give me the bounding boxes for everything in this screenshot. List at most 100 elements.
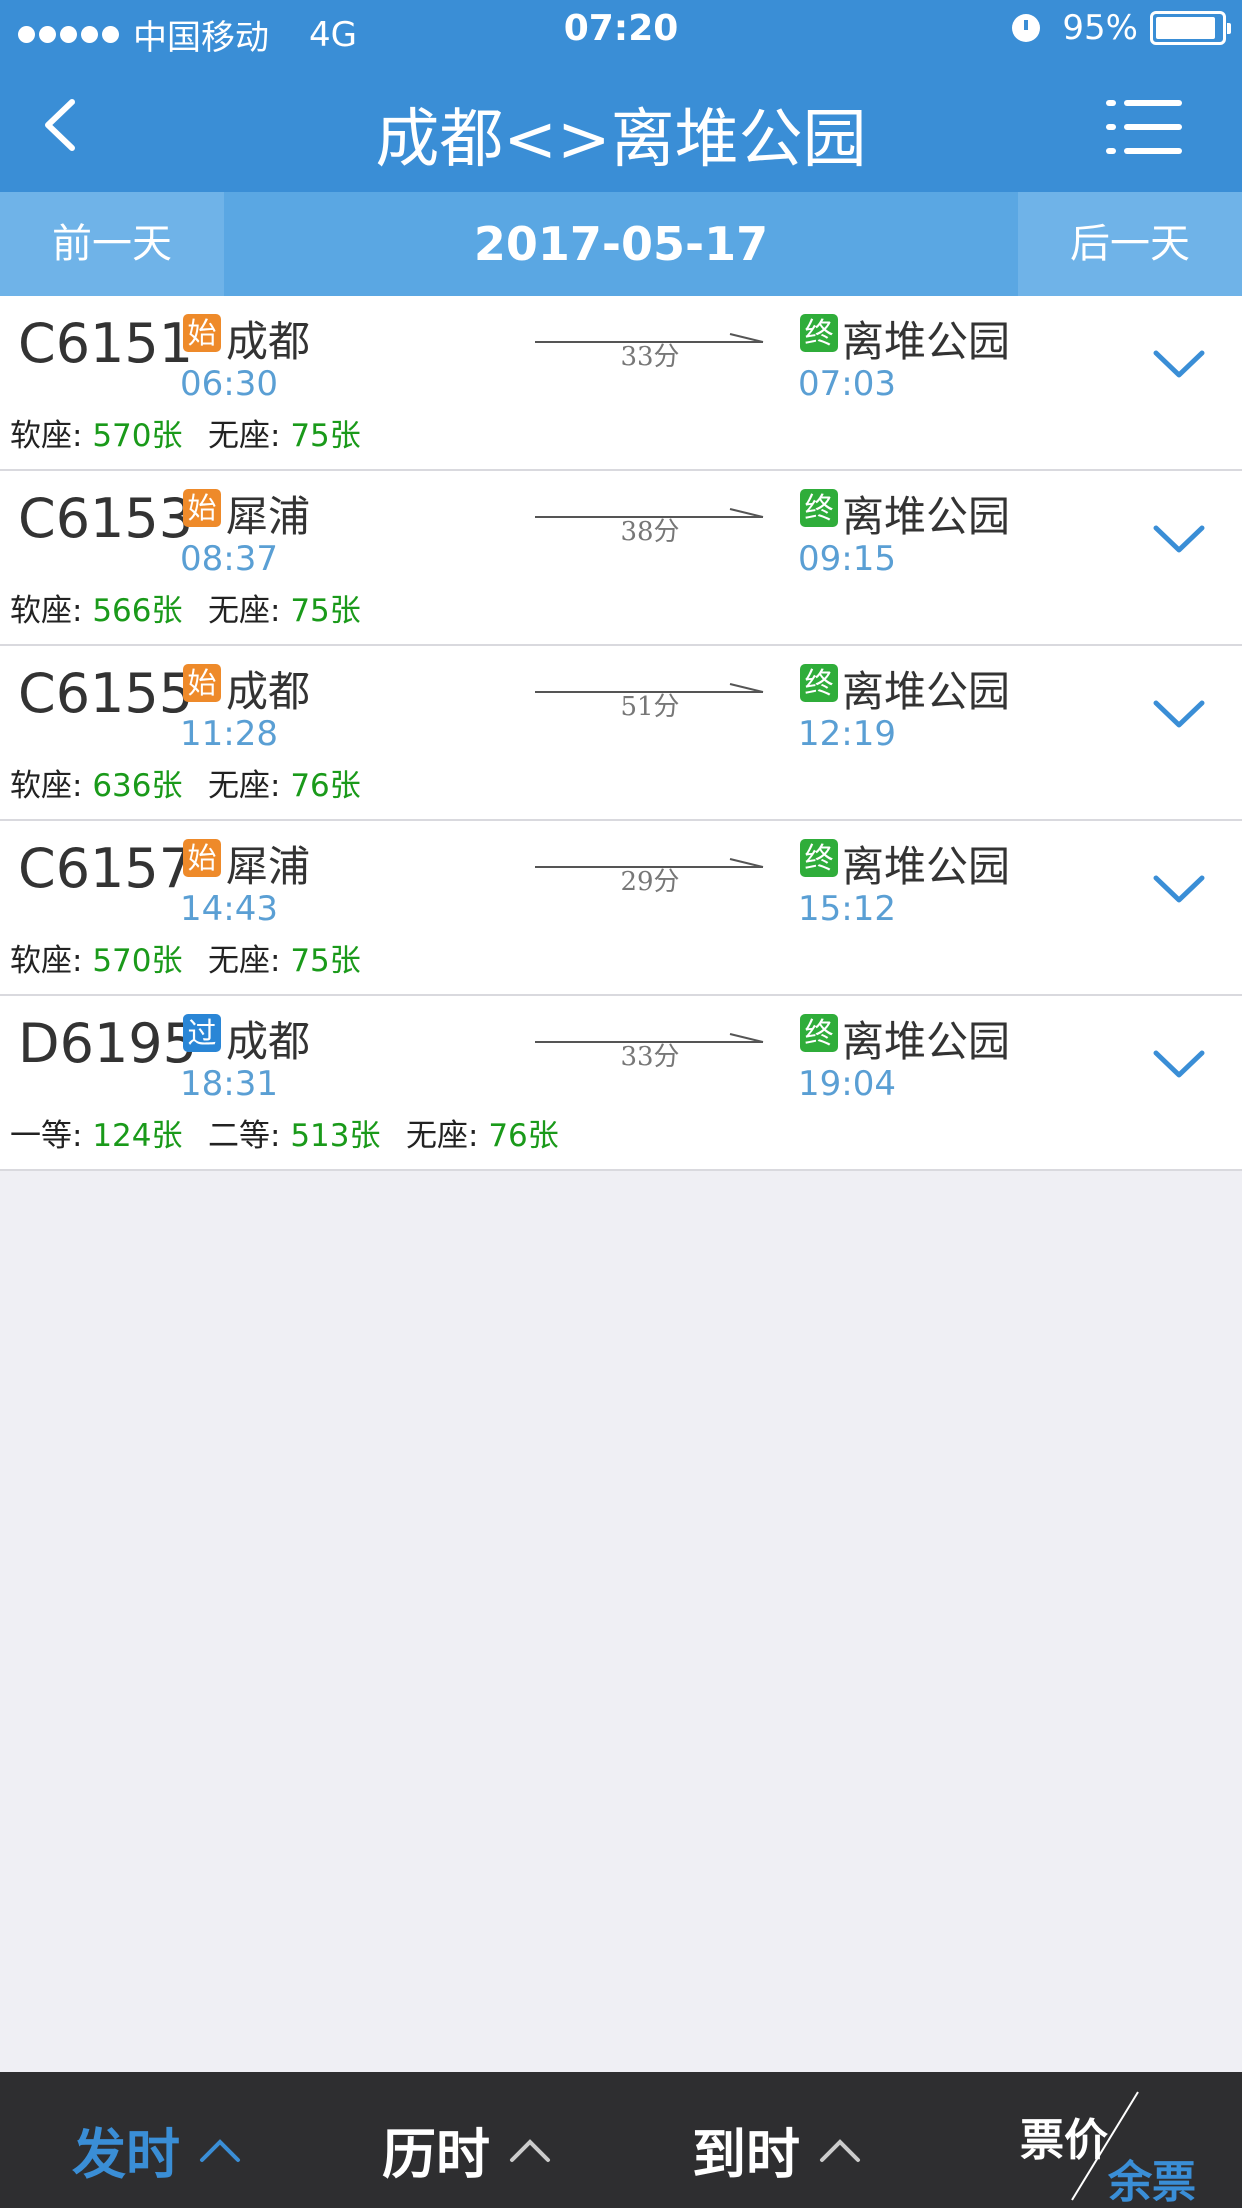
seat-type: 软座 <box>10 943 72 979</box>
alarm-icon <box>1012 14 1041 42</box>
train-number: C6153 <box>18 487 194 550</box>
departure-station: 成都 <box>226 317 311 366</box>
departure-station: 成都 <box>226 1017 311 1066</box>
arrival-time: 07:03 <box>798 364 896 404</box>
seat-separator: : <box>270 418 291 454</box>
price-remaining-toggle[interactable]: 票价 余票 <box>942 2072 1242 2208</box>
chevron-down-icon[interactable] <box>1152 873 1206 905</box>
price-label: 票价 <box>1020 2115 1108 2166</box>
terminal-tag-badge: 终 <box>800 664 838 702</box>
arrival-station: 离堆公园 <box>842 492 1011 541</box>
seat-count: 566张 <box>92 593 183 629</box>
seat-info: 无座: 76张 <box>406 1110 559 1155</box>
arrival-station: 离堆公园 <box>842 842 1011 891</box>
travel-duration: 33分 <box>620 1042 680 1072</box>
status-bar: 中国移动 4G 07:20 95% <box>0 0 1242 60</box>
sort-by-duration-button[interactable]: 历时 <box>382 2110 552 2189</box>
remaining-tickets-label: 余票 <box>1108 2157 1196 2208</box>
terminal-tag-badge: 终 <box>800 489 838 527</box>
arrival-station: 离堆公园 <box>842 317 1011 366</box>
chevron-down-icon[interactable] <box>1152 523 1206 555</box>
seat-info: 软座: 570张 <box>10 410 182 455</box>
seat-count: 75张 <box>290 418 361 454</box>
departure-time: 18:31 <box>180 1064 278 1104</box>
seat-info: 无座: 75张 <box>208 410 361 455</box>
seat-separator: : <box>270 593 291 629</box>
train-list: C6151 始 成都 06:30 33分 终 离堆公园 07:03 软座: 57… <box>0 296 1242 1171</box>
departure-time: 08:37 <box>180 539 278 579</box>
train-number: C6151 <box>18 312 194 375</box>
travel-duration: 33分 <box>620 342 680 372</box>
terminal-tag-badge: 终 <box>800 314 838 352</box>
departure-station: 成都 <box>226 667 311 716</box>
seat-separator: : <box>72 593 93 629</box>
seat-type: 二等 <box>208 1118 270 1154</box>
nav-bar: 成都<>离堆公园 <box>0 60 1242 192</box>
battery-percent: 95% <box>1062 8 1138 48</box>
prev-day-button[interactable]: 前一天 <box>0 192 224 296</box>
seat-type: 一等 <box>10 1118 72 1154</box>
origin-tag-badge: 过 <box>183 1014 221 1052</box>
seat-info: 无座: 75张 <box>208 935 361 980</box>
travel-duration: 38分 <box>620 517 680 547</box>
sort-bar: 发时 历时 到时 票价 余票 <box>0 2072 1242 2208</box>
chevron-down-icon[interactable] <box>1152 1048 1206 1080</box>
seat-type: 无座 <box>406 1118 468 1154</box>
seat-info: 软座: 570张 <box>10 935 182 980</box>
seat-count: 75张 <box>290 593 361 629</box>
travel-duration: 29分 <box>620 867 680 897</box>
chevron-down-icon[interactable] <box>1152 698 1206 730</box>
train-row[interactable]: C6155 始 成都 11:28 51分 终 离堆公园 12:19 软座: 63… <box>0 646 1242 821</box>
sort-by-arrival-button[interactable]: 到时 <box>692 2110 862 2189</box>
seat-count: 124张 <box>92 1118 183 1154</box>
train-number: C6157 <box>18 837 194 900</box>
sort-departure-label: 发时 <box>72 2123 180 2186</box>
seat-separator: : <box>270 1118 291 1154</box>
departure-time: 14:43 <box>180 889 278 929</box>
seat-separator: : <box>270 943 291 979</box>
departure-station: 犀浦 <box>226 492 311 541</box>
seat-separator: : <box>468 1118 489 1154</box>
sort-by-departure-button[interactable]: 发时 <box>72 2110 242 2189</box>
seat-count: 76张 <box>488 1118 559 1154</box>
battery-icon <box>1150 11 1231 45</box>
next-day-button[interactable]: 后一天 <box>1018 192 1242 296</box>
train-number: C6155 <box>18 662 194 725</box>
menu-button[interactable] <box>1106 98 1182 156</box>
sort-duration-label: 历时 <box>382 2123 490 2186</box>
train-row[interactable]: C6151 始 成都 06:30 33分 终 离堆公园 07:03 软座: 57… <box>0 296 1242 471</box>
departure-station: 犀浦 <box>226 842 311 891</box>
seat-count: 570张 <box>92 418 183 454</box>
seat-count: 513张 <box>290 1118 381 1154</box>
chevron-up-icon <box>200 2138 240 2162</box>
arrival-station: 离堆公园 <box>842 1017 1011 1066</box>
seat-separator: : <box>72 768 93 804</box>
terminal-tag-badge: 终 <box>800 1014 838 1052</box>
seat-info: 二等: 513张 <box>208 1110 380 1155</box>
seat-info: 软座: 636张 <box>10 760 182 805</box>
arrival-station: 离堆公园 <box>842 667 1011 716</box>
page-title: 成都<>离堆公园 <box>375 103 867 177</box>
seat-type: 无座 <box>208 943 270 979</box>
arrival-time: 15:12 <box>798 889 896 929</box>
seat-type: 软座 <box>10 593 72 629</box>
train-row[interactable]: D6195 过 成都 18:31 33分 终 离堆公园 19:04 一等: 12… <box>0 996 1242 1171</box>
travel-duration: 51分 <box>620 692 680 722</box>
seat-separator: : <box>72 943 93 979</box>
train-row[interactable]: C6153 始 犀浦 08:37 38分 终 离堆公园 09:15 软座: 56… <box>0 471 1242 646</box>
departure-time: 06:30 <box>180 364 278 404</box>
train-number: D6195 <box>18 1012 198 1075</box>
seat-separator: : <box>270 768 291 804</box>
seat-type: 软座 <box>10 418 72 454</box>
date-selector[interactable]: 2017-05-17 <box>224 192 1018 296</box>
seat-separator: : <box>72 1118 93 1154</box>
chevron-down-icon[interactable] <box>1152 348 1206 380</box>
arrival-time: 12:19 <box>798 714 896 754</box>
chevron-up-icon <box>820 2138 860 2162</box>
terminal-tag-badge: 终 <box>800 839 838 877</box>
seat-info: 无座: 75张 <box>208 585 361 630</box>
origin-tag-badge: 始 <box>183 839 221 877</box>
seat-count: 75张 <box>290 943 361 979</box>
train-row[interactable]: C6157 始 犀浦 14:43 29分 终 离堆公园 15:12 软座: 57… <box>0 821 1242 996</box>
seat-separator: : <box>72 418 93 454</box>
